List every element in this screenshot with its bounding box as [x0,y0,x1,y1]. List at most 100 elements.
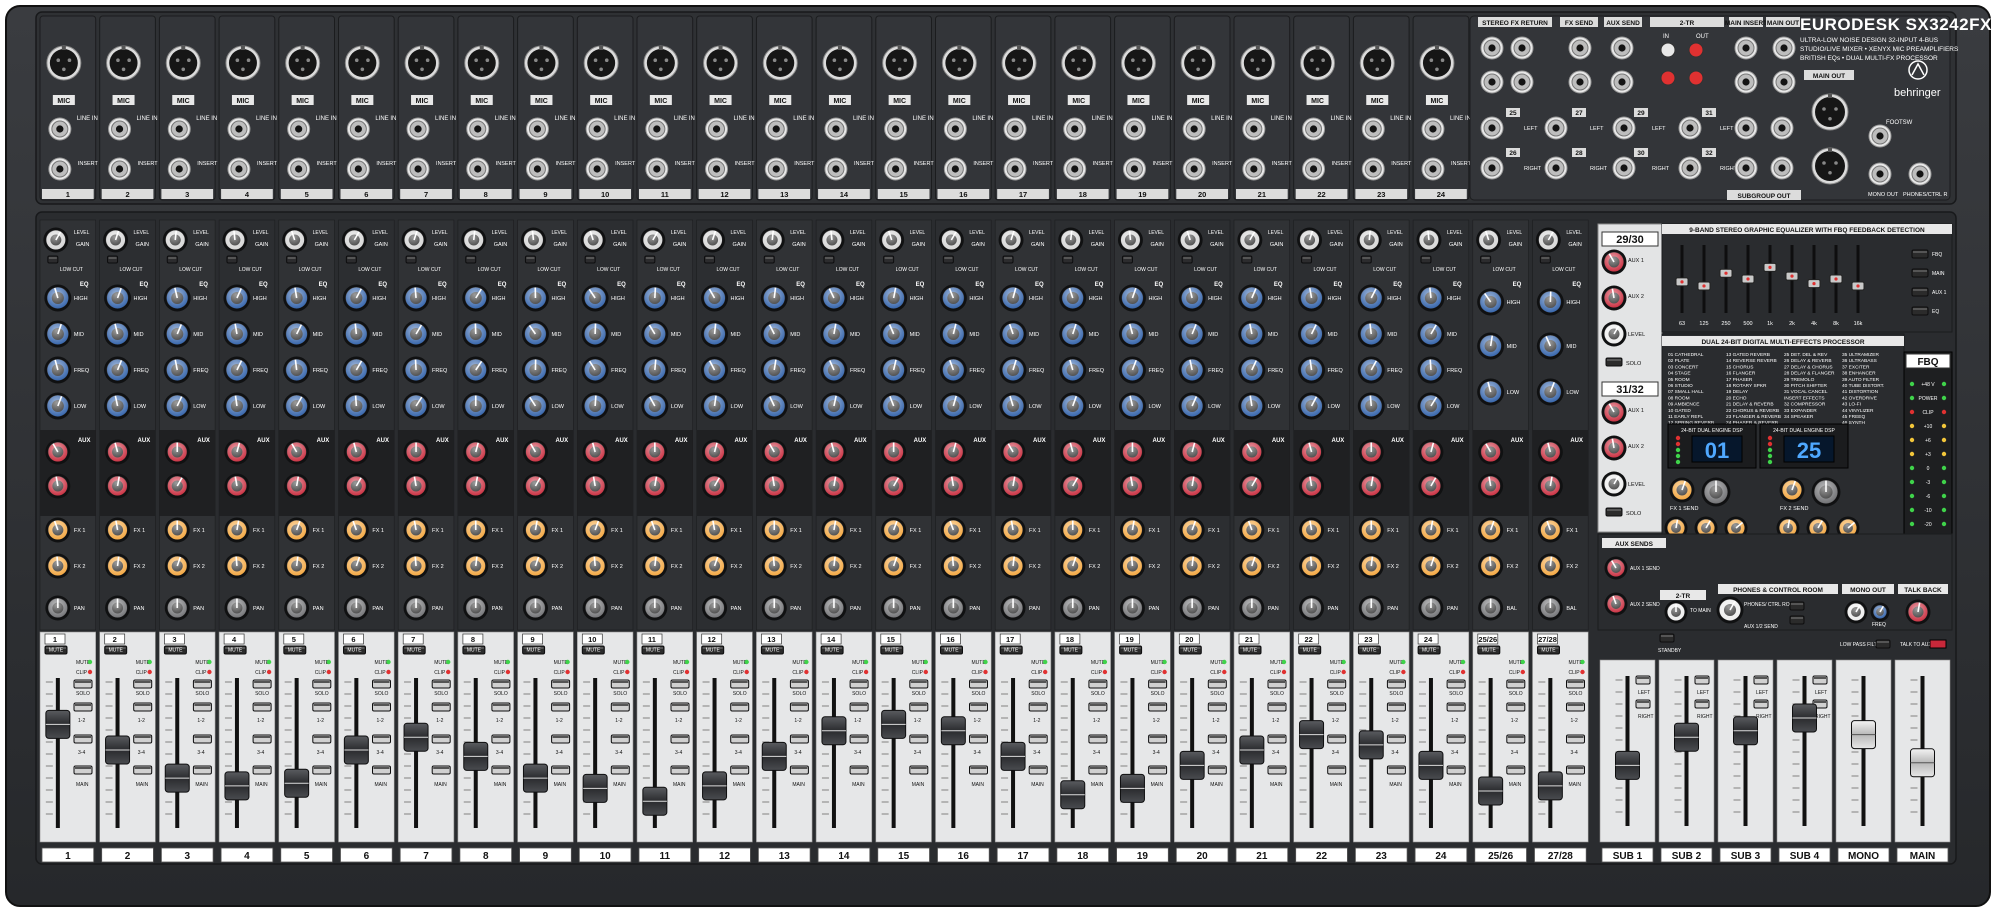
fx2-send-knob[interactable] [224,553,250,579]
mid-eq-knob[interactable] [402,320,430,348]
assign-12-button[interactable] [252,702,272,712]
low-eq-knob[interactable] [581,392,609,420]
gain-knob[interactable] [640,227,666,253]
high-eq-knob[interactable] [1417,284,1445,312]
channel-fader[interactable] [1537,771,1563,801]
aux2-send-knob[interactable] [821,473,847,499]
eq-band-slider[interactable] [1851,281,1865,291]
high-eq-knob[interactable] [820,284,848,312]
aux2-send-knob[interactable] [105,473,131,499]
solo-button[interactable] [610,679,630,689]
fx2-send-knob[interactable] [522,553,548,579]
low-eq-knob[interactable] [1059,392,1087,420]
solo-button[interactable] [730,679,750,689]
pan-knob[interactable] [224,595,250,621]
rca-jack[interactable] [1660,42,1676,58]
assign-12-button[interactable] [969,702,988,712]
mid-eq-knob[interactable] [223,320,251,348]
channel-fader[interactable] [105,735,131,765]
insert-jack[interactable] [943,157,967,181]
aux2-send-knob[interactable] [940,473,966,499]
low-cut-button[interactable] [1181,255,1193,264]
fx1-send-knob[interactable] [881,517,907,543]
channel-fader[interactable] [940,716,966,746]
mid-eq-knob[interactable] [641,320,669,348]
gain-knob[interactable] [1237,227,1263,253]
fx2-send-knob[interactable] [1418,553,1444,579]
gain-knob[interactable] [162,227,188,253]
bus-fader[interactable] [1615,750,1640,780]
high-eq-knob[interactable] [760,284,788,312]
aux1-send-knob[interactable] [164,439,190,465]
aux1-send-knob[interactable] [45,439,71,465]
insert-jack[interactable] [1302,157,1326,181]
bus-fader[interactable] [1733,716,1758,746]
assign-34-button[interactable] [1267,734,1287,744]
aux2-send-knob[interactable] [1239,473,1265,499]
stereo-input-jack-27[interactable] [1544,116,1568,140]
high-eq-knob[interactable] [1536,288,1564,316]
aux1-send-knob[interactable] [881,439,907,465]
stereo-input-jack-32[interactable] [1678,156,1702,180]
fx2-send-knob[interactable] [1299,553,1325,579]
assign-12-button[interactable] [372,702,391,712]
gain-knob[interactable] [759,227,785,253]
aux2-send-knob[interactable] [343,473,369,499]
channel-fader[interactable] [761,741,787,771]
fx2-send-knob[interactable] [702,553,728,579]
line-input-jack[interactable] [884,117,908,141]
freq-eq-knob[interactable] [1417,356,1445,384]
freq-eq-knob[interactable] [760,356,788,384]
low-cut-button[interactable] [584,255,596,264]
mono-out-jack[interactable] [1868,162,1892,186]
freq-eq-knob[interactable] [223,356,251,384]
subgroup-out-jack[interactable] [1734,156,1758,180]
eq-band-slider[interactable] [1785,271,1799,281]
insert-jack[interactable] [705,157,729,181]
mid-eq-knob[interactable] [1059,320,1087,348]
low-cut-button[interactable] [345,255,357,264]
pan-knob[interactable] [343,595,369,621]
high-eq-knob[interactable] [999,284,1027,312]
fx2-send-knob[interactable] [105,553,131,579]
solo-button[interactable] [551,679,571,689]
low-eq-knob[interactable] [641,392,669,420]
aux2-send-knob[interactable] [1000,473,1026,499]
assign-12-button[interactable] [1088,702,1108,712]
main-assign-button[interactable] [551,765,571,775]
mid-eq-knob[interactable] [939,320,967,348]
mid-eq-knob[interactable] [701,320,729,348]
channel-fader[interactable] [582,773,608,803]
high-eq-knob[interactable] [1059,284,1087,312]
mic-input-xlr[interactable] [822,45,858,81]
aux2-master-knob[interactable] [1604,592,1628,616]
fx1-send-knob[interactable] [702,517,728,543]
mic-input-xlr[interactable] [1180,45,1216,81]
eq-eq-button[interactable] [1911,306,1929,316]
freq-eq-knob[interactable] [880,356,908,384]
assign-12-button[interactable] [1148,702,1168,712]
assign-34-button[interactable] [1088,734,1108,744]
aux-send-jack[interactable] [1610,36,1634,60]
assign-34-button[interactable] [670,734,690,744]
aux1-send-knob[interactable] [284,439,310,465]
freq-eq-knob[interactable] [701,356,729,384]
pan-knob[interactable] [1000,595,1026,621]
pan-knob[interactable] [1239,595,1265,621]
phones-source-button[interactable] [1789,615,1805,625]
standby-button[interactable] [1659,633,1675,643]
assign-12-button[interactable] [133,702,153,712]
high-eq-knob[interactable] [1298,284,1326,312]
freq-eq-knob[interactable] [1238,356,1266,384]
channel-fader[interactable] [881,709,907,739]
mid-eq-knob[interactable] [999,320,1027,348]
fx2-program-knob[interactable] [1811,477,1841,507]
assign-34-button[interactable] [252,734,272,744]
main-assign-button[interactable] [133,765,153,775]
solo-button[interactable] [192,679,212,689]
fx1-send-knob[interactable] [1119,517,1145,543]
mono-level-knob[interactable] [1844,600,1868,624]
low-cut-button[interactable] [524,255,536,264]
insert-jack[interactable] [1182,157,1206,181]
aux2-send-knob[interactable] [164,473,190,499]
